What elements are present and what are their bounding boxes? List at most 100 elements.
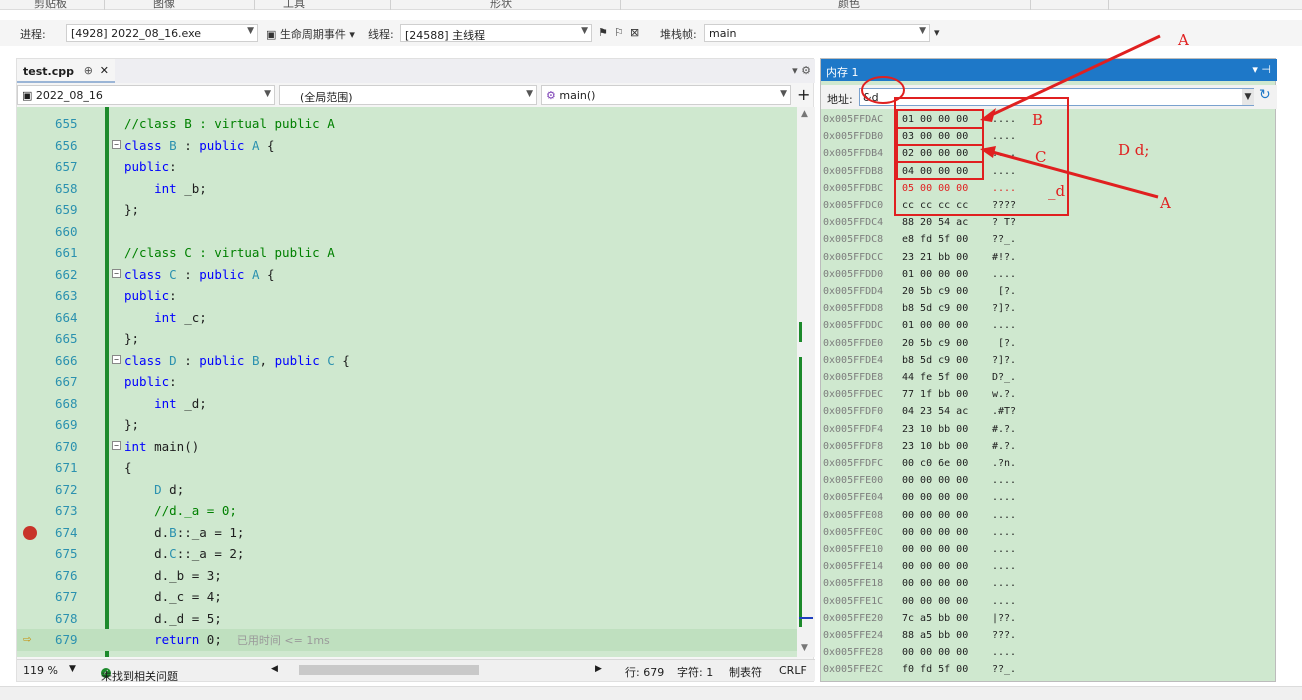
scroll-left-icon[interactable]: ◀	[271, 664, 278, 674]
window-menu-icon[interactable]: ▾ ⊣	[1252, 63, 1271, 76]
code-line[interactable]: 673 //d._a = 0;	[17, 500, 797, 522]
code-line[interactable]: 674 d.B::_a = 1;	[17, 522, 797, 544]
code-line[interactable]: 672 D d;	[17, 479, 797, 501]
code-text[interactable]: int _b;	[124, 181, 207, 196]
ribbon-shapes[interactable]: 形状	[490, 0, 512, 11]
memory-row[interactable]: 0x005FFE00 00 00 00 00....	[821, 472, 1277, 489]
memory-row[interactable]: 0x005FFDCC 23 21 bb 00 #!?.	[821, 249, 1277, 266]
pin-icon[interactable]: ⊕	[84, 64, 93, 77]
close-icon[interactable]: ✕	[100, 64, 109, 77]
code-line[interactable]: 666 − class D : public B, public C {	[17, 350, 797, 372]
function-select[interactable]: ⚙ main() ▼	[541, 85, 791, 105]
scroll-up-icon[interactable]: ▲	[801, 109, 808, 119]
code-text[interactable]: class D : public B, public C {	[124, 353, 350, 368]
address-input[interactable]: &d	[859, 88, 1254, 106]
code-text[interactable]: D d;	[124, 482, 184, 497]
collapse-icon[interactable]: −	[112, 354, 121, 364]
code-text[interactable]: };	[124, 417, 139, 432]
memory-row[interactable]: 0x005FFE24 88 a5 bb 00???.	[821, 627, 1277, 644]
code-text[interactable]: class C : public A {	[124, 267, 275, 282]
flag-filter-icon[interactable]: ⚐	[614, 26, 624, 39]
code-line[interactable]: 671 {	[17, 457, 797, 479]
memory-row[interactable]: 0x005FFDF8 23 10 bb 00 #.?.	[821, 438, 1277, 455]
project-select[interactable]: ▣ 2022_08_16 ▼	[17, 85, 275, 105]
code-text[interactable]: public:	[124, 374, 177, 389]
memory-row[interactable]: 0x005FFDD4 20 5b c9 00 [?.	[821, 283, 1277, 300]
code-text[interactable]: class B : public A {	[124, 138, 275, 153]
vertical-scrollbar[interactable]: ▲ ▼	[797, 107, 815, 657]
memory-row[interactable]: 0x005FFDD8 b8 5d c9 00?]?.	[821, 300, 1277, 317]
code-text[interactable]: d._b = 3;	[124, 568, 222, 583]
code-area[interactable]: 655//class B : virtual public A 656− class…	[17, 107, 797, 657]
code-line[interactable]: 675 d.C::_a = 2;	[17, 543, 797, 565]
code-text[interactable]: //d._a = 0;	[124, 503, 237, 518]
zoom-chevron-icon[interactable]: ▼	[69, 664, 76, 674]
char-indicator[interactable]: 字符: 1	[677, 664, 713, 680]
code-text[interactable]: };	[124, 202, 139, 217]
memory-row[interactable]: 0x005FFDC4 88 20 54 ac ? T?	[821, 214, 1277, 231]
memory-row[interactable]: 0x005FFDD0 01 00 00 00....	[821, 266, 1277, 283]
code-line[interactable]: 670 − int main()	[17, 436, 797, 458]
thread-filter-icon[interactable]: ⊠	[630, 26, 639, 39]
horizontal-scrollbar-thumb[interactable]	[299, 665, 479, 675]
memory-row[interactable]: 0x005FFDBC 05 00 00 00....	[821, 180, 1277, 197]
scope-select[interactable]: (全局范围) ▼	[279, 85, 537, 105]
ribbon-colors[interactable]: 颜色	[838, 0, 860, 11]
lifecycle-events[interactable]: ▣ 生命周期事件 ▾	[266, 26, 355, 42]
code-line[interactable]: 658 int _b;	[17, 178, 797, 200]
code-text[interactable]: //class C : virtual public A	[124, 245, 335, 260]
memory-row[interactable]: 0x005FFDB8 04 00 00 00....	[821, 163, 1277, 180]
thread-select[interactable]: [24588] 主线程 ▼	[400, 24, 592, 42]
memory-row[interactable]: 0x005FFE14 00 00 00 00....	[821, 558, 1277, 575]
tab-tools-icons[interactable]: ▾ ⚙	[792, 64, 811, 77]
line-indicator[interactable]: 行: 679	[625, 664, 664, 680]
code-text[interactable]: int _c;	[124, 310, 207, 325]
memory-row[interactable]: 0x005FFE2C f0 fd 5f 00 ??_.	[821, 661, 1277, 678]
code-line[interactable]: 657 public:	[17, 156, 797, 178]
memory-row[interactable]: 0x005FFDFC 00 c0 6e 00 .?n.	[821, 455, 1277, 472]
memory-row[interactable]: 0x005FFE0C 00 00 00 00....	[821, 524, 1277, 541]
code-line[interactable]: 661 //class C : virtual public A	[17, 242, 797, 264]
code-text[interactable]: d._d = 5;	[124, 611, 222, 626]
code-line[interactable]: 660	[17, 221, 797, 243]
memory-row[interactable]: 0x005FFDEC 77 1f bb 00 w.?.	[821, 386, 1277, 403]
memory-row[interactable]: 0x005FFE28 00 00 00 00....	[821, 644, 1277, 661]
memory-row[interactable]: 0x005FFDE0 20 5b c9 00 [?.	[821, 335, 1277, 352]
code-line[interactable]: 676 d._b = 3;	[17, 565, 797, 587]
memory-row[interactable]: 0x005FFE08 00 00 00 00....	[821, 507, 1277, 524]
code-line[interactable]: 667 public:	[17, 371, 797, 393]
eol-indicator[interactable]: CRLF	[779, 664, 807, 677]
code-text[interactable]: {	[124, 460, 132, 475]
tabs-indicator[interactable]: 制表符	[729, 664, 762, 680]
code-line[interactable]: 665};	[17, 328, 797, 350]
code-text[interactable]: return 0; 已用时间 <= 1ms	[124, 632, 330, 648]
code-line[interactable]: 663 public:	[17, 285, 797, 307]
code-text[interactable]: public:	[124, 159, 177, 174]
code-text[interactable]: };	[124, 331, 139, 346]
split-add-icon[interactable]: +	[797, 85, 810, 104]
memory-row[interactable]: 0x005FFDF4 23 10 bb 00 #.?.	[821, 421, 1277, 438]
memory-row[interactable]: 0x005FFE1C 00 00 00 00....	[821, 593, 1277, 610]
code-line[interactable]: 677 d._c = 4;	[17, 586, 797, 608]
process-select[interactable]: [4928] 2022_08_16.exe ▼	[66, 24, 258, 42]
refresh-icon[interactable]: ↻	[1259, 87, 1271, 103]
memory-row[interactable]: 0x005FFE20 7c a5 bb 00 |??.	[821, 610, 1277, 627]
scroll-right-icon[interactable]: ▶	[595, 664, 602, 674]
code-line[interactable]: 659};	[17, 199, 797, 221]
memory-row[interactable]: 0x005FFDB4 02 00 00 00....	[821, 145, 1277, 162]
collapse-icon[interactable]: −	[112, 440, 121, 450]
code-text[interactable]: int _d;	[124, 396, 207, 411]
memory-row[interactable]: 0x005FFE10 00 00 00 00....	[821, 541, 1277, 558]
code-line[interactable]: 678 d._d = 5;	[17, 608, 797, 630]
ribbon-clipboard[interactable]: 剪贴板	[34, 0, 67, 11]
chevron-down-icon[interactable]: ▼	[1242, 89, 1254, 105]
collapse-icon[interactable]: −	[112, 139, 121, 149]
code-text[interactable]: public:	[124, 288, 177, 303]
code-line[interactable]: ⇨ 679 return 0; 已用时间 <= 1ms	[17, 629, 797, 651]
memory-row[interactable]: 0x005FFDB0 03 00 00 00....	[821, 128, 1277, 145]
memory-row[interactable]: 0x005FFDE8 44 fe 5f 00 D?_.	[821, 369, 1277, 386]
collapse-icon[interactable]: −	[112, 268, 121, 278]
code-text[interactable]: int main()	[124, 439, 199, 454]
zoom-level[interactable]: 119 %	[23, 664, 58, 677]
ribbon-image[interactable]: 图像	[153, 0, 175, 11]
